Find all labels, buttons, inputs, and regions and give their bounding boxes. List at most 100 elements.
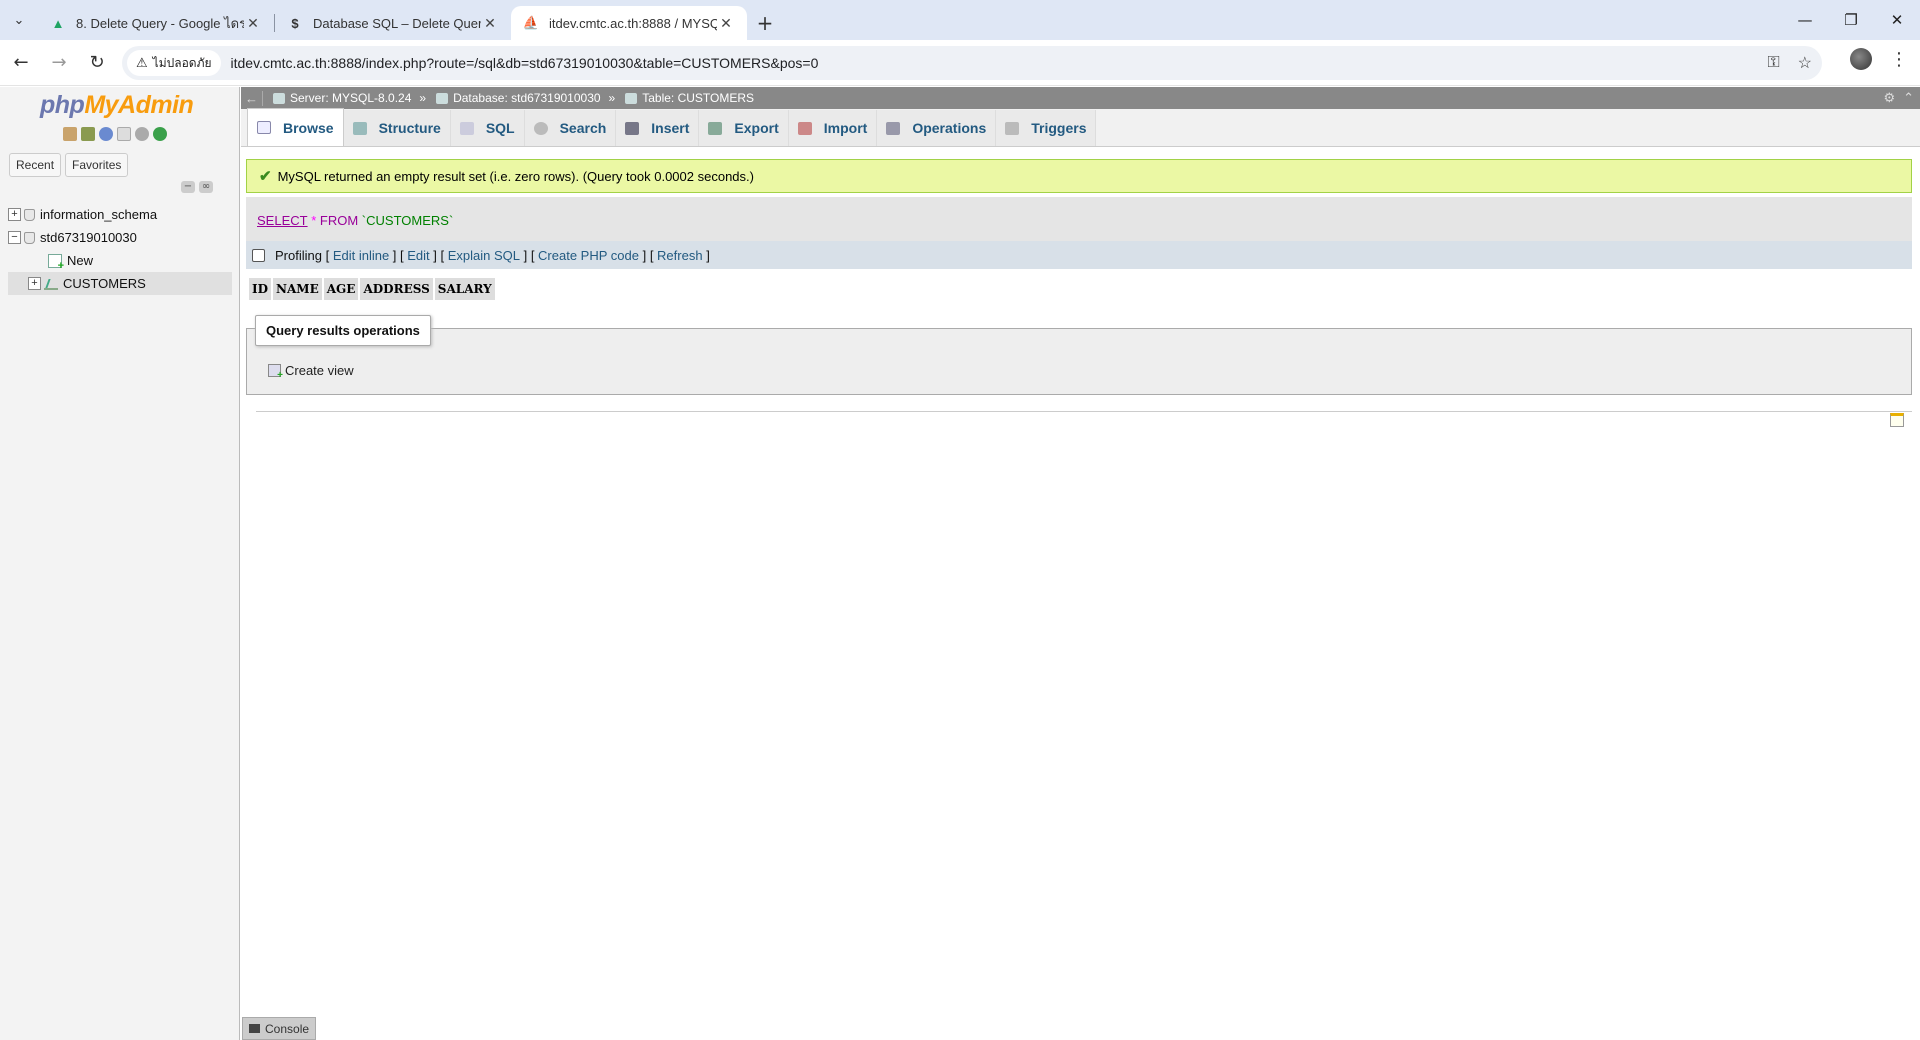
divider <box>256 411 1912 412</box>
breadcrumb-table-label[interactable]: Table: CUSTOMERS <box>642 91 754 105</box>
close-icon[interactable]: ✕ <box>481 15 499 32</box>
explain-sql-link[interactable]: Explain SQL <box>448 248 520 263</box>
sql-keyword-from: FROM <box>319 212 359 228</box>
tab-label: Import <box>823 120 868 136</box>
breadcrumb-database-label[interactable]: Database: std67319010030 <box>453 91 600 105</box>
collapse-all-icon[interactable]: − <box>181 181 195 193</box>
profile-avatar[interactable] <box>1850 48 1872 70</box>
table-icon <box>44 278 58 290</box>
pma-main-content: ← Server: MYSQL-8.0.24 » Database: std67… <box>241 87 1920 1040</box>
security-chip[interactable]: ⚠ ไม่ปลอดภัย <box>127 50 221 76</box>
query-results-operations: Query results operations Create view <box>246 315 1912 395</box>
reload-nav-icon[interactable] <box>153 127 167 141</box>
close-icon[interactable]: ✕ <box>717 15 735 32</box>
restore-icon[interactable]: ❐ <box>1828 0 1874 40</box>
tree-item-label[interactable]: New <box>67 253 93 268</box>
url-text[interactable]: itdev.cmtc.ac.th:8888/index.php?route=/s… <box>231 55 819 71</box>
address-bar[interactable]: ⚠ ไม่ปลอดภัย itdev.cmtc.ac.th:8888/index… <box>122 46 1822 80</box>
create-php-code-link[interactable]: Create PHP code <box>538 248 639 263</box>
edit-link[interactable]: Edit <box>407 248 429 263</box>
breadcrumb-table[interactable]: Table: CUSTOMERS <box>625 91 754 105</box>
logout-icon[interactable] <box>81 127 95 141</box>
nav-tabs: Recent Favorites <box>9 153 129 177</box>
kebab-menu-icon[interactable]: ⋮ <box>1890 49 1908 70</box>
tab-triggers[interactable]: Triggers <box>996 110 1097 146</box>
tab-label: SQL <box>485 120 515 136</box>
tree-item-information-schema[interactable]: + information_schema <box>8 203 232 226</box>
refresh-link[interactable]: Refresh <box>657 248 703 263</box>
table-menu: Browse Structure SQL Search Insert Expor… <box>241 108 1920 147</box>
wrench-icon <box>886 121 901 135</box>
console-toggle[interactable]: Console <box>242 1017 317 1040</box>
plus-icon: + <box>756 11 774 35</box>
column-header-id[interactable]: ID <box>249 278 272 300</box>
create-view-icon <box>268 363 283 381</box>
help-icon[interactable] <box>99 127 113 141</box>
settings-icon[interactable] <box>135 127 149 141</box>
column-header-name[interactable]: NAME <box>273 278 322 300</box>
forward-button[interactable]: → <box>42 46 76 80</box>
minimize-icon[interactable]: — <box>1782 0 1828 40</box>
browser-tab-3[interactable]: ⛵ itdev.cmtc.ac.th:8888 / MYSQL- ✕ <box>511 6 747 40</box>
new-table-icon <box>48 253 64 272</box>
collapse-top-icon[interactable]: ⌃ <box>1903 90 1914 106</box>
arrow-right-icon: → <box>51 52 67 73</box>
column-header-salary[interactable]: SALARY <box>434 278 495 300</box>
tab-browse[interactable]: Browse <box>247 108 344 146</box>
star-icon[interactable]: ☆ <box>1798 53 1812 73</box>
console-icon <box>249 1024 260 1033</box>
tree-item-new[interactable]: New <box>8 249 232 272</box>
database-icon <box>436 92 449 104</box>
docs-icon[interactable] <box>117 127 131 141</box>
tab-insert[interactable]: Insert <box>616 110 700 146</box>
column-header-address[interactable]: ADDRESS <box>360 278 433 300</box>
breadcrumb-server[interactable]: Server: MYSQL-8.0.24 » <box>273 91 426 105</box>
tree-item-label[interactable]: CUSTOMERS <box>63 276 146 291</box>
phpmyadmin-logo[interactable]: phpMyAdmin <box>40 91 194 120</box>
omnibox-actions: ⚿ ☆ <box>1767 46 1812 80</box>
tree-item-std67319010030[interactable]: − std67319010030 <box>8 226 232 249</box>
collapse-icon[interactable]: − <box>8 231 21 244</box>
recent-button[interactable]: Recent <box>9 153 62 177</box>
gear-icon[interactable]: ⚙ <box>1883 90 1895 106</box>
breadcrumb: ← Server: MYSQL-8.0.24 » Database: std67… <box>241 87 1920 109</box>
bookmark-note-icon[interactable] <box>1890 413 1904 427</box>
toolbar-right: ⋮ <box>1850 48 1908 70</box>
tree-item-customers[interactable]: + CUSTOMERS <box>8 272 232 295</box>
link-icon[interactable]: ∞ <box>199 181 213 193</box>
breadcrumb-server-label[interactable]: Server: MYSQL-8.0.24 <box>290 91 411 105</box>
tree-item-label[interactable]: std67319010030 <box>40 230 137 245</box>
sql-keyword-select[interactable]: SELECT <box>257 213 308 228</box>
profiling-checkbox[interactable] <box>252 248 265 262</box>
close-window-icon[interactable]: ✕ <box>1874 0 1920 40</box>
edit-inline-link[interactable]: Edit inline <box>333 248 389 263</box>
reload-button[interactable]: ↻ <box>80 46 114 80</box>
logo-myadmin-text: MyAdmin <box>84 91 194 119</box>
tab-export[interactable]: Export <box>699 110 789 146</box>
result-column-headers: ID NAME AGE ADDRESS SALARY <box>249 278 495 300</box>
back-button[interactable]: ← <box>4 46 38 80</box>
browser-tab-2[interactable]: $ Database SQL – Delete Query & ✕ <box>275 6 511 40</box>
close-icon[interactable]: ✕ <box>244 15 262 32</box>
tree-item-label[interactable]: information_schema <box>40 207 157 222</box>
key-icon[interactable]: ⚿ <box>1767 54 1779 72</box>
database-icon <box>24 208 35 221</box>
expand-icon[interactable]: + <box>28 277 41 290</box>
new-tab-button[interactable]: + <box>747 6 783 40</box>
tab-search-button[interactable]: ⌄ <box>0 0 38 40</box>
home-icon[interactable] <box>63 127 77 141</box>
toggle-nav-icon[interactable]: ← <box>241 90 263 106</box>
column-header-age[interactable]: AGE <box>323 278 359 300</box>
tab-search[interactable]: Search <box>524 110 617 146</box>
create-view-button[interactable]: Create view <box>262 358 360 382</box>
favorites-button[interactable]: Favorites <box>65 153 129 177</box>
profiling-label: Profiling <box>275 247 322 263</box>
tab-structure[interactable]: Structure <box>343 110 451 146</box>
browser-tab-1[interactable]: ▲ 8. Delete Query - Google ไดรฟ์ ✕ <box>38 6 274 40</box>
expand-icon[interactable]: + <box>8 208 21 221</box>
tab-sql[interactable]: SQL <box>450 110 525 146</box>
tab-label: Operations <box>912 120 987 136</box>
breadcrumb-database[interactable]: Database: std67319010030 » <box>436 91 615 105</box>
tab-operations[interactable]: Operations <box>877 110 997 146</box>
tab-import[interactable]: Import <box>788 110 878 146</box>
